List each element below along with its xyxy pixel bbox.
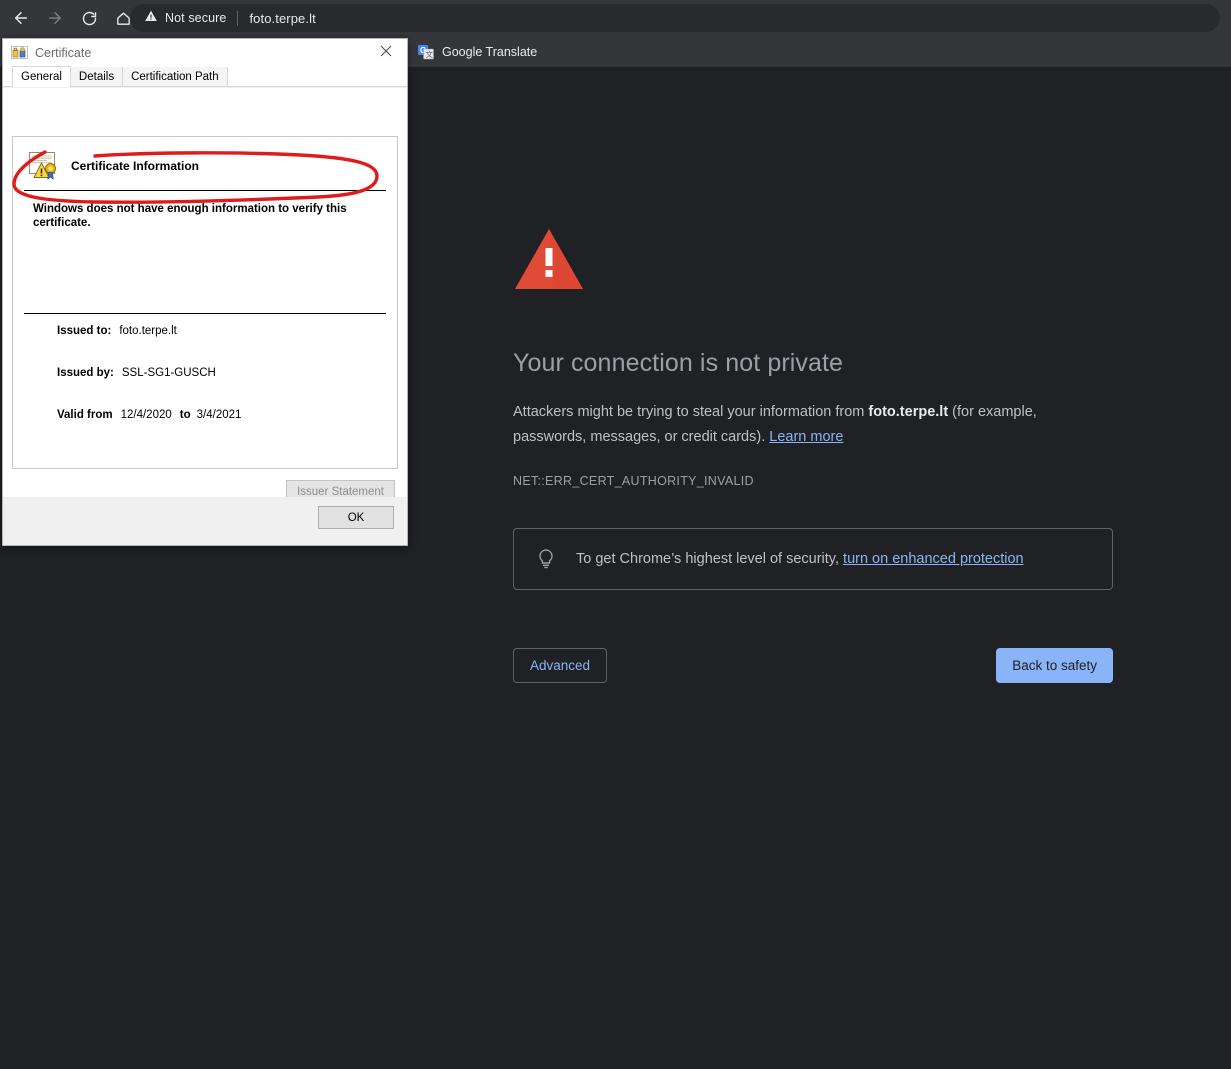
arrow-left-icon <box>12 9 30 27</box>
dialog-tabs: General Details Certification Path <box>3 67 407 87</box>
description-prefix: Attackers might be trying to steal your … <box>513 404 868 420</box>
interstitial-buttons: Advanced Back to safety <box>513 648 1113 683</box>
tab-general[interactable]: General <box>12 66 71 87</box>
validity-separator: to <box>180 409 191 421</box>
field-label: Issued by: <box>57 367 114 379</box>
arrow-right-icon <box>46 9 64 27</box>
panel-divider-bottom <box>24 313 386 314</box>
field-value: SSL-SG1-GUSCH <box>122 367 216 379</box>
close-icon <box>380 44 392 62</box>
certificate-fields: Issued to: foto.terpe.lt Issued by: SSL-… <box>13 325 397 451</box>
lightbulb-icon <box>536 548 556 570</box>
dialog-titlebar: Certificate <box>3 39 407 67</box>
dialog-close-button[interactable] <box>365 39 407 67</box>
google-translate-icon: G 文 <box>418 44 434 60</box>
tab-details[interactable]: Details <box>70 66 123 86</box>
advanced-button[interactable]: Advanced <box>513 648 607 683</box>
dialog-body: Certificate Information Windows does not… <box>3 88 407 545</box>
field-label: Issued to: <box>57 325 111 337</box>
tab-certification-path[interactable]: Certification Path <box>122 66 228 86</box>
error-triangle-icon <box>513 227 585 291</box>
bookmark-google-translate[interactable]: G 文 Google Translate <box>410 41 545 63</box>
enhanced-protection-link[interactable]: turn on enhanced protection <box>843 551 1024 567</box>
enhanced-text-lead: To get Chrome’s highest level of securit… <box>576 551 843 567</box>
security-chip[interactable]: Not secure <box>144 9 226 28</box>
ok-button[interactable]: OK <box>318 506 394 529</box>
back-button[interactable] <box>6 3 36 33</box>
reload-icon <box>81 10 98 27</box>
omnibox-url: foto.terpe.lt <box>249 11 315 26</box>
learn-more-link[interactable]: Learn more <box>769 429 843 445</box>
omnibox-separator <box>237 11 238 26</box>
description-domain: foto.terpe.lt <box>868 404 948 420</box>
back-to-safety-button[interactable]: Back to safety <box>996 648 1113 683</box>
validity-to: 3/4/2021 <box>197 409 242 421</box>
field-issued-by: Issued by: SSL-SG1-GUSCH <box>13 367 397 379</box>
certificate-icon <box>11 45 28 62</box>
enhanced-protection-box: To get Chrome’s highest level of securit… <box>513 528 1113 590</box>
dialog-title: Certificate <box>35 46 91 60</box>
certificate-info-panel: Certificate Information Windows does not… <box>12 136 398 469</box>
validity-from: 12/4/2020 <box>121 409 172 421</box>
bookmark-label: Google Translate <box>442 45 537 59</box>
home-icon <box>115 10 132 27</box>
certificate-info-heading: Certificate Information <box>71 159 199 173</box>
forward-button[interactable] <box>40 3 70 33</box>
security-label: Not secure <box>165 11 226 25</box>
page-description: Attackers might be trying to steal your … <box>513 400 1073 450</box>
validity-label: Valid from <box>57 409 113 421</box>
field-issued-to: Issued to: foto.terpe.lt <box>13 325 397 337</box>
omnibox[interactable]: Not secure foto.terpe.lt <box>130 4 1220 32</box>
reload-button[interactable] <box>74 3 104 33</box>
certificate-info-header: Certificate Information <box>13 137 397 190</box>
dialog-footer: OK <box>3 497 407 545</box>
warning-triangle-icon <box>144 9 158 28</box>
error-code: NET::ERR_CERT_AUTHORITY_INVALID <box>513 474 1133 488</box>
page-title: Your connection is not private <box>513 349 1133 378</box>
enhanced-protection-text: To get Chrome’s highest level of securit… <box>576 549 1024 569</box>
field-validity: Valid from 12/4/2020 to 3/4/2021 <box>13 409 397 421</box>
certificate-warning-icon <box>26 151 60 181</box>
svg-text:文: 文 <box>426 49 434 59</box>
browser-toolbar: Not secure foto.terpe.lt <box>0 0 1231 36</box>
field-value: foto.terpe.lt <box>119 325 177 337</box>
certificate-dialog: Certificate General Details Certificatio… <box>2 38 408 546</box>
certificate-warning-message: Windows does not have enough information… <box>13 191 397 230</box>
